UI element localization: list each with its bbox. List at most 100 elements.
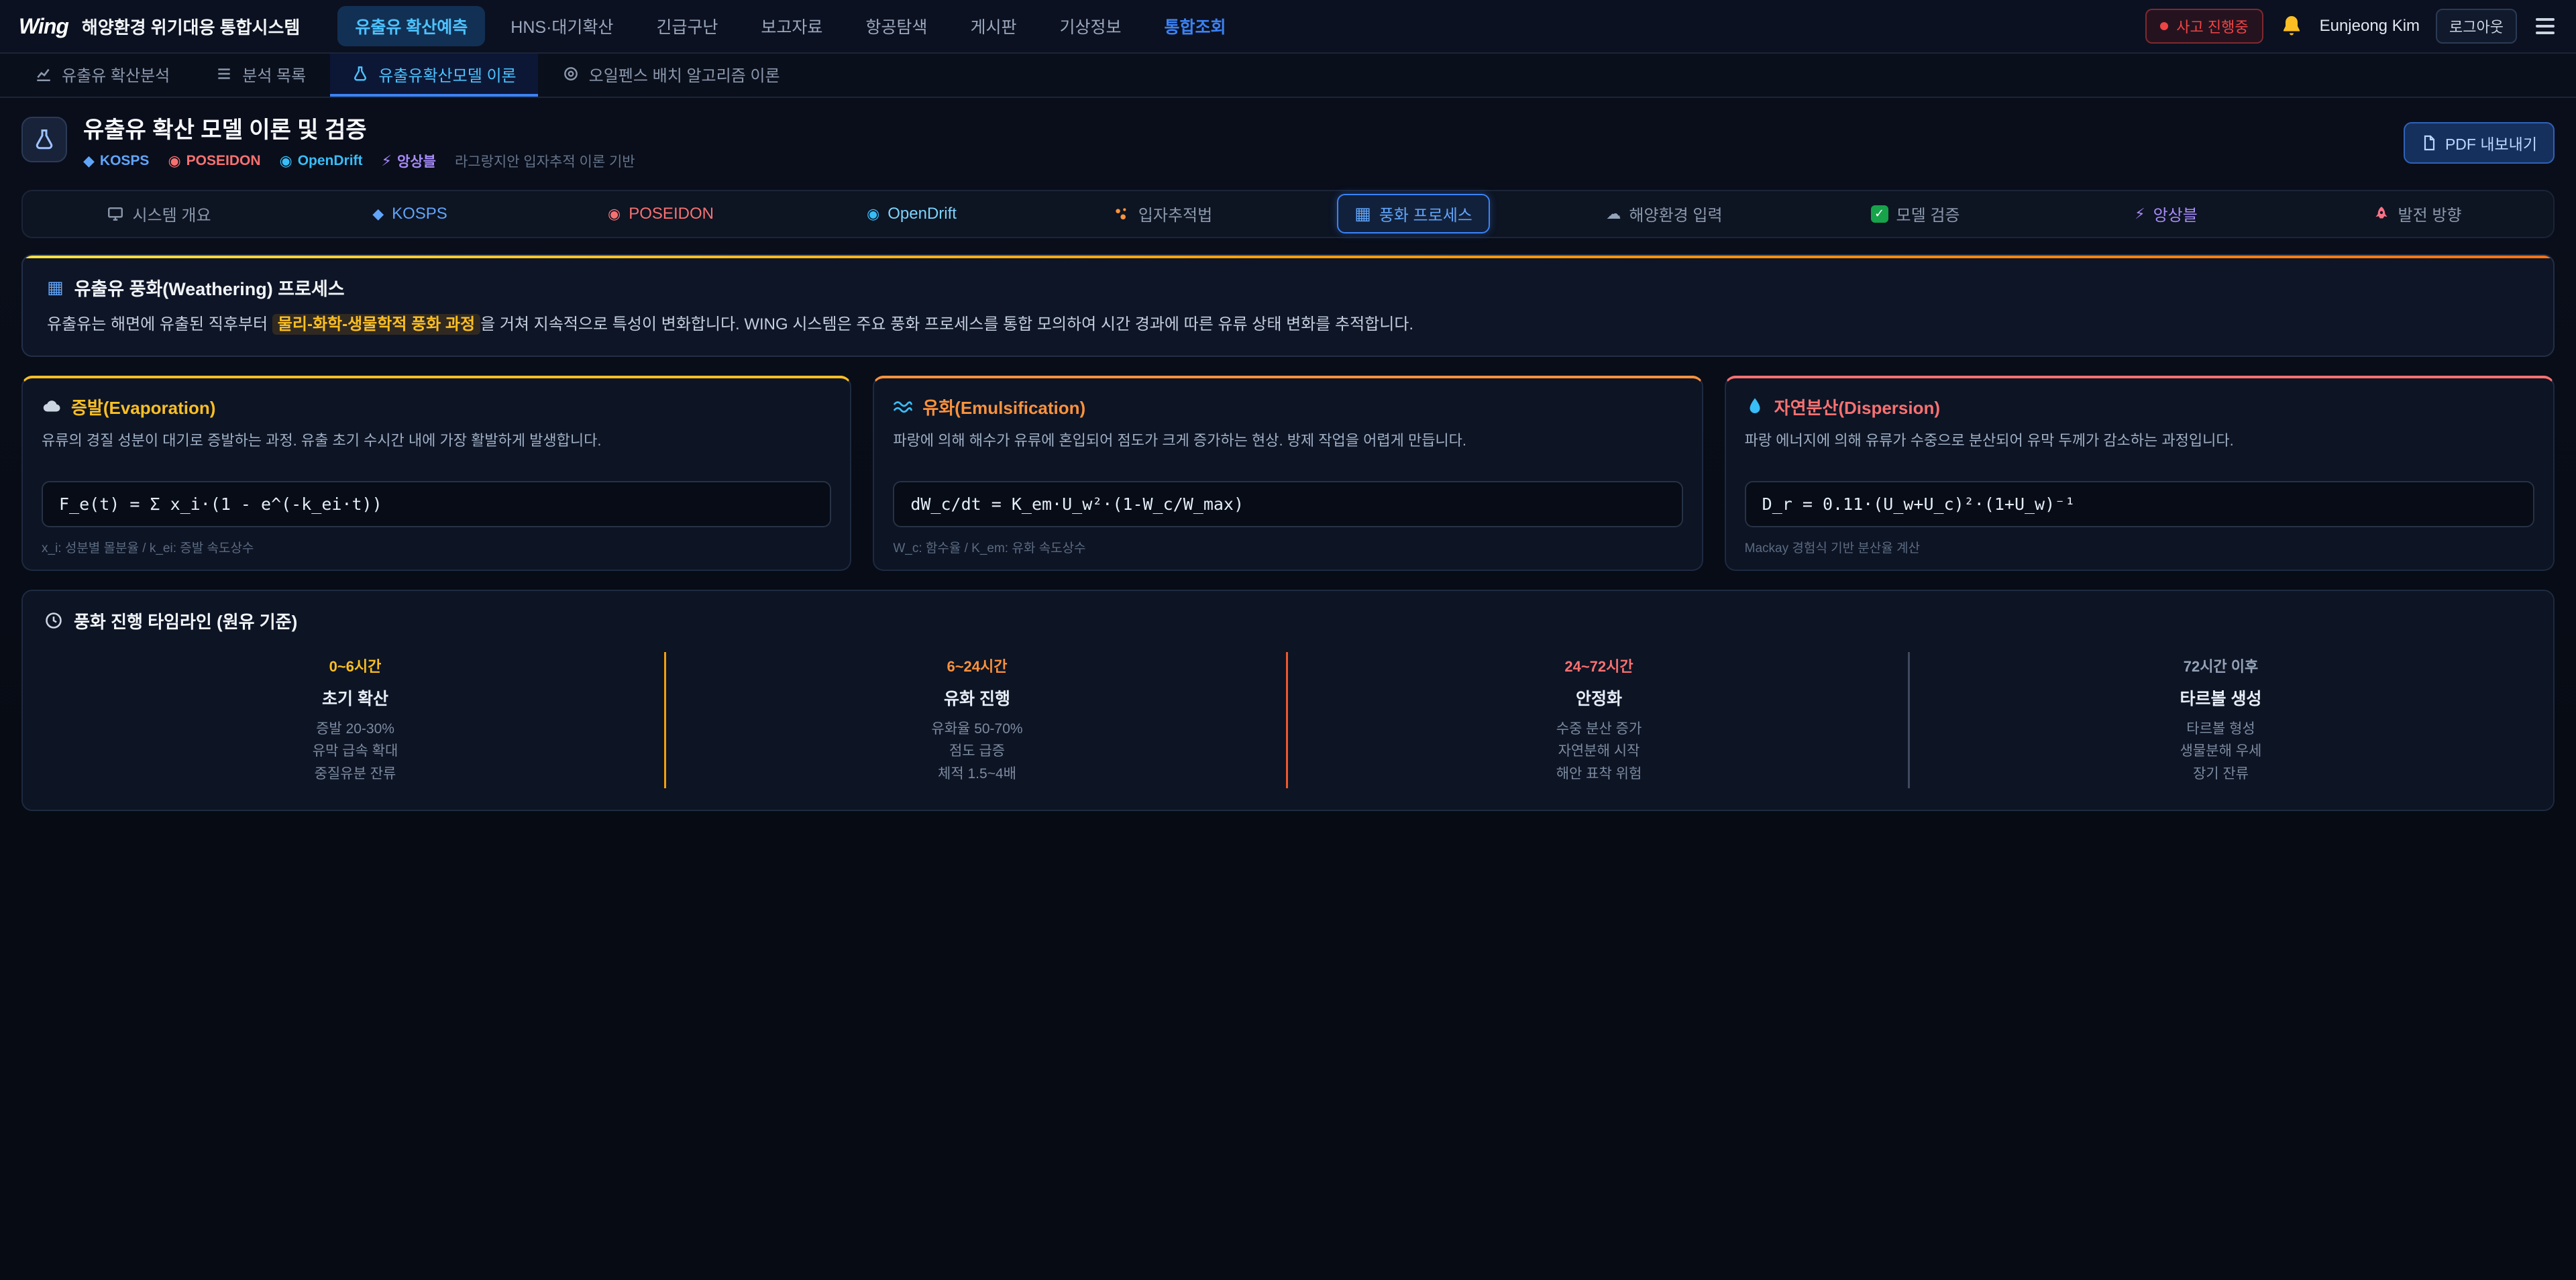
nav-item-hns-air-diffusion[interactable]: HNS·대기확산 xyxy=(493,6,631,46)
section-tab-kosps[interactable]: ◆ KOSPS xyxy=(284,197,535,231)
section-tab-model-validation[interactable]: ✓ 모델 검증 xyxy=(1790,194,2041,233)
phase-stabilization: 24~72시간 안정화 수중 분산 증가 자연분해 시작 해안 표착 위험 xyxy=(1288,652,1910,788)
circle-icon: ◉ xyxy=(867,205,879,223)
app-root: Wing 해양환경 위기대응 통합시스템 유출유 확산예측 HNS·대기확산 긴… xyxy=(0,0,2576,1280)
user-name: Eunjeong Kim xyxy=(2320,17,2420,36)
nav-item-aerial-search[interactable]: 항공탐색 xyxy=(848,6,945,46)
phase-time: 24~72시간 xyxy=(1299,655,1899,676)
section-tab-future-direction[interactable]: 발전 방향 xyxy=(2292,194,2542,233)
page-header: 유출유 확산 모델 이론 및 검증 ◆KOSPS ◉POSEIDON ◉Open… xyxy=(0,98,2576,182)
phase-items: 타르볼 형성 생물분해 우세 장기 잔류 xyxy=(1921,718,2521,786)
section-tab-poseidon[interactable]: ◉ POSEIDON xyxy=(535,197,786,231)
page-header-text: 유출유 확산 모델 이론 및 검증 ◆KOSPS ◉POSEIDON ◉Open… xyxy=(83,117,635,171)
poseidon-badge: ◉POSEIDON xyxy=(168,152,260,170)
menu-hamburger-icon[interactable] xyxy=(2533,15,2557,37)
weathering-overview-panel: ▦ 유출유 풍화(Weathering) 프로세스 유출유는 해면에 유출된 직… xyxy=(21,254,2555,357)
tab-label: 오일펜스 배치 알고리즘 이론 xyxy=(589,62,780,86)
nav-item-board[interactable]: 게시판 xyxy=(953,6,1034,46)
evaporation-card-title: 증발(Evaporation) xyxy=(42,394,831,419)
circle-icon: ◉ xyxy=(168,152,180,170)
nav-item-emergency-rescue[interactable]: 긴급구난 xyxy=(639,6,735,46)
phase-stage: 타르볼 생성 xyxy=(1921,686,2521,710)
document-icon xyxy=(2421,135,2437,151)
cloud-icon xyxy=(42,396,62,417)
evaporation-card: 증발(Evaporation) 유류의 경질 성분이 대기로 증발하는 과정. … xyxy=(21,376,851,571)
emulsification-caption: W_c: 함수율 / K_em: 유화 속도상수 xyxy=(893,538,1682,556)
phase-emulsification-progress: 6~24시간 유화 진행 유화율 50-70% 점도 급증 체적 1.5~4배 xyxy=(666,652,1288,788)
system-title: 해양환경 위기대응 통합시스템 xyxy=(82,14,300,39)
section-tab-marine-environment-input[interactable]: ☁ 해양환경 입력 xyxy=(1539,194,1790,233)
highlighted-phrase: 물리-화학-생물학적 풍화 과정 xyxy=(272,314,480,335)
top-navigation-bar: Wing 해양환경 위기대응 통합시스템 유출유 확산예측 HNS·대기확산 긴… xyxy=(0,0,2576,54)
section-tab-opendrift[interactable]: ◉ OpenDrift xyxy=(786,197,1037,231)
section-tab-ensemble[interactable]: ⚡ 앙상블 xyxy=(2041,194,2292,233)
timeline-phases: 0~6시간 초기 확산 증발 20-30% 유막 급속 확대 중질유분 잔류 6… xyxy=(44,652,2532,788)
nav-item-weather-info[interactable]: 기상정보 xyxy=(1042,6,1138,46)
dispersion-card: 자연분산(Dispersion) 파랑 에너지에 의해 유류가 수중으로 분산되… xyxy=(1725,376,2555,571)
lightning-icon: ⚡ xyxy=(2135,205,2145,223)
evaporation-formula: F_e(t) = Σ x_i·(1 - e^(-k_ei·t)) xyxy=(42,481,831,527)
main-nav: 유출유 확산예측 HNS·대기확산 긴급구난 보고자료 항공탐색 게시판 기상정… xyxy=(337,6,1243,46)
pdf-export-button[interactable]: PDF 내보내기 xyxy=(2404,122,2555,164)
circle-icon: ◉ xyxy=(280,152,292,170)
incident-status-badge[interactable]: 사고 진행중 xyxy=(2145,9,2263,44)
lightning-icon: ⚡ xyxy=(382,152,392,170)
pdf-export-label: PDF 내보내기 xyxy=(2445,131,2537,154)
phase-items: 유화율 50-70% 점도 급증 체적 1.5~4배 xyxy=(677,718,1277,786)
topnav-right-area: 사고 진행중 Eunjeong Kim 로그아웃 xyxy=(2145,9,2557,44)
tab-label: 분석 목록 xyxy=(242,62,306,86)
phase-tarball-formation: 72시간 이후 타르볼 생성 타르볼 형성 생물분해 우세 장기 잔류 xyxy=(1910,652,2532,788)
target-icon xyxy=(562,65,580,83)
particles-icon xyxy=(1113,205,1130,223)
logout-button[interactable]: 로그아웃 xyxy=(2436,9,2517,44)
emulsification-card-title: 유화(Emulsification) xyxy=(893,394,1682,419)
weathering-timeline-panel: 풍화 진행 타임라인 (원유 기준) 0~6시간 초기 확산 증발 20-30%… xyxy=(21,590,2555,811)
phase-stage: 안정화 xyxy=(1299,686,1899,710)
tab-analysis-list[interactable]: 분석 목록 xyxy=(194,54,327,97)
grid-icon: ▦ xyxy=(47,277,64,298)
emulsification-description: 파랑에 의해 해수가 유류에 혼입되어 점도가 크게 증가하는 현상. 방제 작… xyxy=(893,430,1682,470)
section-tab-particle-tracking[interactable]: 입자추적법 xyxy=(1037,194,1288,233)
diamond-icon: ◆ xyxy=(83,152,95,170)
nav-item-oil-spill-prediction[interactable]: 유출유 확산예측 xyxy=(337,6,485,46)
phase-time: 6~24시간 xyxy=(677,655,1277,676)
phase-stage: 초기 확산 xyxy=(55,686,655,710)
kosps-badge: ◆KOSPS xyxy=(83,152,149,170)
notification-bell-icon[interactable] xyxy=(2279,14,2304,38)
tab-label: 유출유확산모델 이론 xyxy=(378,62,516,86)
phase-time: 72시간 이후 xyxy=(1921,655,2521,676)
page-icon-box xyxy=(21,117,67,162)
app-logo: Wing xyxy=(19,14,68,39)
phase-items: 수중 분산 증가 자연분해 시작 해안 표착 위험 xyxy=(1299,718,1899,786)
nav-item-reports[interactable]: 보고자료 xyxy=(743,6,840,46)
dispersion-caption: Mackay 경험식 기반 분산율 계산 xyxy=(1745,538,2534,556)
dispersion-card-title: 자연분산(Dispersion) xyxy=(1745,394,2534,419)
weathering-panel-title: ▦ 유출유 풍화(Weathering) 프로세스 xyxy=(47,274,2529,301)
phase-time: 0~6시간 xyxy=(55,655,655,676)
section-tab-weathering-process[interactable]: ▦ 풍화 프로세스 xyxy=(1288,194,1539,233)
rocket-icon xyxy=(2373,205,2390,223)
tab-oil-fence-algorithm-theory[interactable]: 오일펜스 배치 알고리즘 이론 xyxy=(541,54,802,97)
tab-diffusion-model-theory[interactable]: 유출유확산모델 이론 xyxy=(330,54,537,97)
page-subtitle: 라그랑지안 입자추적 이론 기반 xyxy=(455,151,635,171)
diamond-icon: ◆ xyxy=(372,205,384,223)
clock-icon xyxy=(44,611,63,630)
page-title: 유출유 확산 모델 이론 및 검증 xyxy=(83,117,635,144)
process-cards-row: 증발(Evaporation) 유류의 경질 성분이 대기로 증발하는 과정. … xyxy=(21,376,2555,571)
grid-icon: ▦ xyxy=(1354,203,1371,224)
weathering-description: 유출유는 해면에 유출된 직후부터 물리-화학-생물학적 풍화 과정을 거쳐 지… xyxy=(47,313,2529,337)
emulsification-formula: dW_c/dt = K_em·U_w²·(1-W_c/W_max) xyxy=(893,481,1682,527)
incident-status-label: 사고 진행중 xyxy=(2176,15,2248,37)
tab-label: 유출유 확산분석 xyxy=(62,62,170,86)
model-badge-row: ◆KOSPS ◉POSEIDON ◉OpenDrift ⚡앙상블 라그랑지안 입… xyxy=(83,151,635,171)
cloud-icon: ☁ xyxy=(1606,205,1621,223)
dispersion-description: 파랑 에너지에 의해 유류가 수중으로 분산되어 유막 두께가 감소하는 과정입… xyxy=(1745,430,2534,470)
nav-item-integrated-search[interactable]: 통합조회 xyxy=(1146,6,1243,46)
evaporation-caption: x_i: 성분별 몰분율 / k_ei: 증발 속도상수 xyxy=(42,538,831,556)
monitor-icon xyxy=(107,205,124,223)
circle-icon: ◉ xyxy=(608,205,621,223)
timeline-title: 풍화 진행 타임라인 (원유 기준) xyxy=(44,608,2532,633)
dispersion-formula: D_r = 0.11·(U_w+U_c)²·(1+U_w)⁻¹ xyxy=(1745,481,2534,527)
tab-spill-diffusion-analysis[interactable]: 유출유 확산분석 xyxy=(13,54,191,97)
section-tab-system-overview[interactable]: 시스템 개요 xyxy=(34,194,284,233)
